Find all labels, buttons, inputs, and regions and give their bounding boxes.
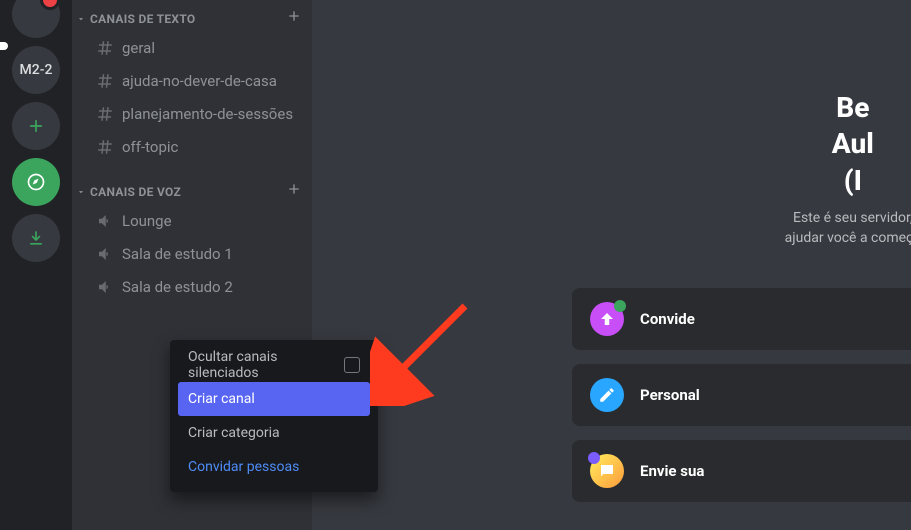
card-invite[interactable]: Convide	[572, 288, 911, 350]
pencil-icon	[590, 378, 624, 412]
text-channel[interactable]: planejamento-de-sessões	[80, 98, 304, 130]
explore-servers-button[interactable]	[12, 158, 60, 206]
card-personalize[interactable]: Personal	[572, 364, 911, 426]
checkbox-icon[interactable]	[344, 357, 360, 373]
category-voice-channels[interactable]: CANAIS DE VOZ	[72, 173, 312, 204]
hash-icon	[96, 138, 116, 156]
server-label: M2-2	[20, 62, 53, 78]
category-text-channels[interactable]: CANAIS DE TEXTO	[72, 0, 312, 31]
welcome-block: Be Aul (I Este é seu servidor, ajudar vo…	[785, 90, 911, 248]
chevron-down-icon	[76, 182, 90, 201]
ctx-create-channel[interactable]: Criar canal	[178, 382, 370, 416]
server-indicator-pill	[0, 42, 8, 50]
welcome-title-line: Be	[836, 91, 869, 124]
hash-icon	[96, 105, 116, 123]
compass-icon	[26, 172, 46, 192]
voice-channel[interactable]: Sala de estudo 2	[80, 271, 304, 303]
plus-icon	[26, 116, 46, 136]
welcome-title-line: Aul	[832, 127, 874, 160]
hash-icon	[96, 72, 116, 90]
card-send[interactable]: Envie sua	[572, 440, 911, 502]
invite-icon	[590, 302, 624, 336]
speaker-icon	[96, 278, 116, 296]
add-channel-button[interactable]	[284, 8, 304, 29]
text-channel[interactable]: ajuda-no-dever-de-casa	[80, 65, 304, 97]
plus-icon	[286, 8, 302, 24]
hash-icon	[96, 39, 116, 57]
context-menu: Ocultar canais silenciados Criar canal C…	[170, 340, 378, 492]
text-channel[interactable]: off-topic	[80, 131, 304, 163]
add-server-button[interactable]	[12, 102, 60, 150]
channel-name: off-topic	[122, 138, 178, 156]
ctx-invite-people[interactable]: Convidar pessoas	[178, 450, 370, 484]
ctx-label: Ocultar canais silenciados	[188, 349, 344, 381]
plus-icon	[286, 181, 302, 197]
server-icon-m22[interactable]: M2-2	[12, 46, 60, 94]
server-rail: M2-2	[0, 0, 72, 530]
welcome-title-line: (I	[844, 164, 862, 197]
card-title: Envie sua	[640, 462, 704, 480]
channel-name: geral	[122, 39, 155, 57]
add-channel-button[interactable]	[284, 181, 304, 202]
chevron-down-icon	[76, 9, 90, 28]
category-label: CANAIS DE VOZ	[90, 185, 284, 199]
download-apps-button[interactable]	[12, 214, 60, 262]
ctx-label: Criar categoria	[188, 425, 360, 441]
card-title: Personal	[640, 386, 700, 404]
voice-channel[interactable]: Lounge	[80, 205, 304, 237]
channel-name: planejamento-de-sessões	[122, 105, 293, 123]
channel-name: ajuda-no-dever-de-casa	[122, 72, 277, 90]
welcome-desc-line: Este é seu servidor,	[793, 210, 911, 226]
channel-name: Sala de estudo 2	[122, 278, 233, 296]
speaker-icon	[96, 212, 116, 230]
channel-name: Sala de estudo 1	[122, 245, 233, 263]
message-icon	[590, 454, 624, 488]
text-channel[interactable]: geral	[80, 32, 304, 64]
welcome-desc-line: ajudar você a começa	[785, 230, 911, 246]
download-icon	[26, 228, 46, 248]
ctx-label: Convidar pessoas	[188, 459, 360, 475]
card-title: Convide	[640, 310, 695, 328]
speaker-icon	[96, 245, 116, 263]
ctx-create-category[interactable]: Criar categoria	[178, 416, 370, 450]
voice-channel[interactable]: Sala de estudo 1	[80, 238, 304, 270]
category-label: CANAIS DE TEXTO	[90, 12, 284, 26]
main-content: Be Aul (I Este é seu servidor, ajudar vo…	[312, 0, 911, 530]
ctx-label: Criar canal	[188, 391, 360, 407]
channel-name: Lounge	[122, 212, 172, 230]
ctx-mute-toggle[interactable]: Ocultar canais silenciados	[178, 348, 370, 382]
onboarding-cards: Convide Personal Envie sua	[572, 288, 911, 502]
server-icon-top[interactable]	[12, 0, 60, 38]
